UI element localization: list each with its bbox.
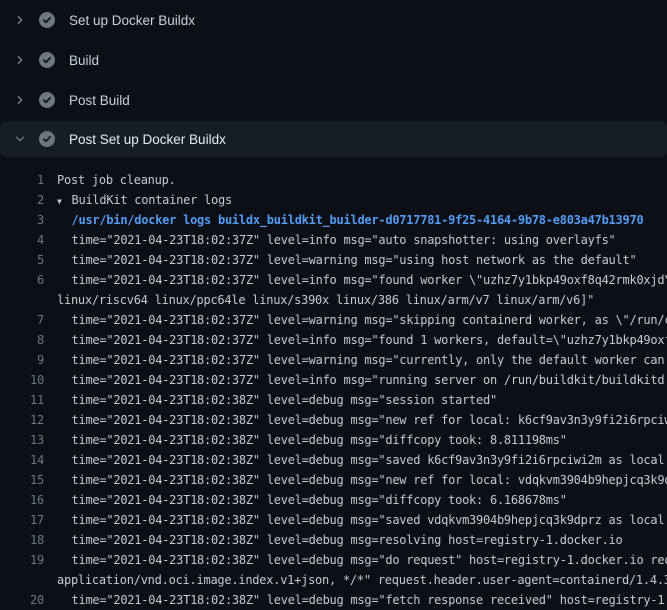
step-row-post-set-up-docker-buildx[interactable]: Post Set up Docker Buildx xyxy=(0,121,667,157)
log-text: time="2021-04-23T18:02:38Z" level=debug … xyxy=(57,533,623,547)
chevron-right-icon[interactable] xyxy=(12,12,28,28)
check-circle-icon xyxy=(39,52,55,68)
line-number[interactable]: 3 xyxy=(0,213,44,227)
log-line: 6 time="2021-04-23T18:02:37Z" level=info … xyxy=(0,270,667,290)
group-collapse-icon[interactable]: ▼ xyxy=(57,197,72,206)
line-number[interactable]: 11 xyxy=(0,393,44,407)
chevron-right-icon[interactable] xyxy=(12,92,28,108)
log-line: 9 time="2021-04-23T18:02:37Z" level=warni… xyxy=(0,350,667,370)
log-line: 20 time="2021-04-23T18:02:38Z" level=debu… xyxy=(0,590,667,610)
chevron-right-icon[interactable] xyxy=(12,52,28,68)
log-command-text: /usr/bin/docker logs buildx_buildkit_bui… xyxy=(57,213,643,227)
log-text: time="2021-04-23T18:02:38Z" level=debug … xyxy=(57,453,667,467)
chevron-down-icon[interactable] xyxy=(12,131,28,147)
log-line-continuation: linux/riscv64 linux/ppc64le linux/s390x … xyxy=(0,290,667,310)
log-line: 7 time="2021-04-23T18:02:37Z" level=warni… xyxy=(0,310,667,330)
log-line: 13 time="2021-04-23T18:02:38Z" level=debu… xyxy=(0,430,667,450)
line-number[interactable]: 18 xyxy=(0,533,44,547)
step-label: Set up Docker Buildx xyxy=(69,13,195,28)
log-line: 1 Post job cleanup. xyxy=(0,170,667,190)
step-row-post-build[interactable]: Post Build xyxy=(0,80,667,120)
log-line: 3/usr/bin/docker logs buildx_buildkit_bu… xyxy=(0,210,667,230)
log-text: time="2021-04-23T18:02:38Z" level=debug … xyxy=(57,433,567,447)
log-group-header[interactable]: ▼BuildKit container logs xyxy=(57,193,232,207)
github-actions-log-viewer: Set up Docker Buildx Build Post Build Post … xyxy=(0,0,667,610)
log-line: 5 time="2021-04-23T18:02:37Z" level=warni… xyxy=(0,250,667,270)
check-circle-icon xyxy=(39,92,55,108)
step-log-output: 1 Post job cleanup. 2 ▼BuildKit container l… xyxy=(0,157,667,610)
log-line: 12 time="2021-04-23T18:02:38Z" level=debu… xyxy=(0,410,667,430)
step-label: Build xyxy=(69,53,99,68)
log-line: 8 time="2021-04-23T18:02:37Z" level=info … xyxy=(0,330,667,350)
log-line: 16 time="2021-04-23T18:02:38Z" level=debu… xyxy=(0,490,667,510)
line-number[interactable]: 1 xyxy=(0,173,44,187)
log-text: time="2021-04-23T18:02:37Z" level=info m… xyxy=(57,233,616,247)
log-line: 2 ▼BuildKit container logs xyxy=(0,190,667,210)
log-text: Post job cleanup. xyxy=(57,173,176,187)
line-number[interactable]: 10 xyxy=(0,373,44,387)
line-number[interactable]: 8 xyxy=(0,333,44,347)
log-text: time="2021-04-23T18:02:38Z" level=debug … xyxy=(57,473,667,487)
step-row-set-up-docker-buildx[interactable]: Set up Docker Buildx xyxy=(0,0,667,40)
line-number[interactable]: 14 xyxy=(0,453,44,467)
step-label: Post Set up Docker Buildx xyxy=(69,132,226,147)
log-text: time="2021-04-23T18:02:37Z" level=warnin… xyxy=(57,253,636,267)
step-label: Post Build xyxy=(69,93,130,108)
log-text: time="2021-04-23T18:02:37Z" level=info m… xyxy=(57,273,667,287)
line-number[interactable]: 2 xyxy=(0,193,44,207)
log-text: time="2021-04-23T18:02:37Z" level=warnin… xyxy=(57,353,667,367)
line-number[interactable]: 20 xyxy=(0,593,44,607)
log-text: time="2021-04-23T18:02:38Z" level=debug … xyxy=(57,413,667,427)
log-line: 14 time="2021-04-23T18:02:38Z" level=debu… xyxy=(0,450,667,470)
log-line: 4 time="2021-04-23T18:02:37Z" level=info … xyxy=(0,230,667,250)
log-text: time="2021-04-23T18:02:37Z" level=warnin… xyxy=(57,313,667,327)
step-row-build[interactable]: Build xyxy=(0,40,667,80)
log-line: 11 time="2021-04-23T18:02:38Z" level=debu… xyxy=(0,390,667,410)
line-number[interactable]: 17 xyxy=(0,513,44,527)
log-line: 10 time="2021-04-23T18:02:37Z" level=info… xyxy=(0,370,667,390)
log-text: time="2021-04-23T18:02:38Z" level=debug … xyxy=(57,553,667,567)
group-title[interactable]: BuildKit container logs xyxy=(72,193,232,207)
line-number[interactable]: 4 xyxy=(0,233,44,247)
log-line: 19 time="2021-04-23T18:02:38Z" level=debu… xyxy=(0,550,667,570)
log-text: time="2021-04-23T18:02:38Z" level=debug … xyxy=(57,593,667,607)
log-text: time="2021-04-23T18:02:37Z" level=info m… xyxy=(57,373,667,387)
line-number[interactable]: 7 xyxy=(0,313,44,327)
line-number[interactable]: 9 xyxy=(0,353,44,367)
log-text: application/vnd.oci.image.index.v1+json,… xyxy=(57,573,667,587)
log-line: 17 time="2021-04-23T18:02:38Z" level=debu… xyxy=(0,510,667,530)
log-line-continuation: application/vnd.oci.image.index.v1+json,… xyxy=(0,570,667,590)
line-number[interactable]: 16 xyxy=(0,493,44,507)
line-number[interactable]: 15 xyxy=(0,473,44,487)
log-line: 18 time="2021-04-23T18:02:38Z" level=debu… xyxy=(0,530,667,550)
log-line: 15 time="2021-04-23T18:02:38Z" level=debu… xyxy=(0,470,667,490)
log-text: time="2021-04-23T18:02:37Z" level=info m… xyxy=(57,333,667,347)
check-circle-icon xyxy=(39,131,55,147)
line-number[interactable]: 5 xyxy=(0,253,44,267)
log-text: time="2021-04-23T18:02:38Z" level=debug … xyxy=(57,493,567,507)
line-number[interactable]: 19 xyxy=(0,553,44,567)
log-text: linux/riscv64 linux/ppc64le linux/s390x … xyxy=(57,293,594,307)
line-number[interactable]: 12 xyxy=(0,413,44,427)
check-circle-icon xyxy=(39,12,55,28)
job-steps-list: Set up Docker Buildx Build Post Build Post … xyxy=(0,0,667,157)
log-text: time="2021-04-23T18:02:38Z" level=debug … xyxy=(57,513,667,527)
log-text: time="2021-04-23T18:02:38Z" level=debug … xyxy=(57,393,497,407)
line-number[interactable]: 6 xyxy=(0,273,44,287)
line-number[interactable]: 13 xyxy=(0,433,44,447)
